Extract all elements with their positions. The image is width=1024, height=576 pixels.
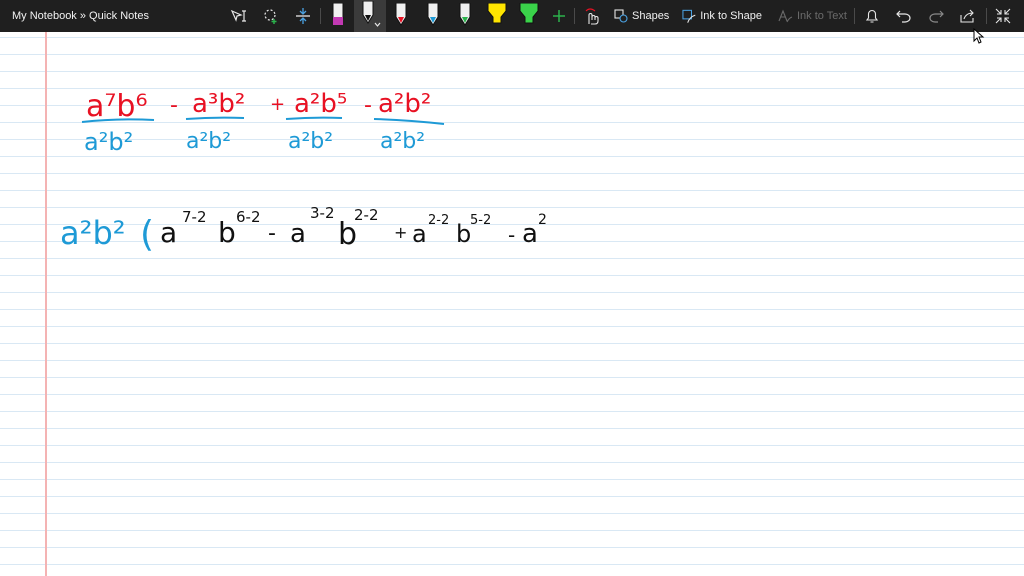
insert-space-button[interactable] xyxy=(292,0,314,32)
term-2-base-a: a xyxy=(290,219,306,249)
operator-3: - xyxy=(364,93,372,118)
ink-to-shape-label: Ink to Shape xyxy=(700,10,762,22)
toolbar-separator xyxy=(320,8,321,24)
ink-to-text-label: Ink to Text xyxy=(797,10,847,22)
insert-space-icon xyxy=(296,8,310,24)
term-3-exp-a: 2-2 xyxy=(428,213,449,228)
term-3-exp-b: 5-2 xyxy=(470,213,491,228)
touch-draw-button[interactable] xyxy=(582,0,602,32)
denominator-3: a²b² xyxy=(288,129,333,154)
fraction-bar-4 xyxy=(373,118,445,125)
touch-draw-icon xyxy=(585,8,599,25)
term-2-exp-a: 3-2 xyxy=(310,204,335,222)
numerator-4: a²b² xyxy=(378,89,431,119)
shapes-icon xyxy=(614,9,628,23)
redo-icon xyxy=(929,10,944,23)
notifications-button[interactable] xyxy=(862,0,882,32)
fraction-4[interactable]: a²b² a²b² xyxy=(373,89,445,154)
common-factor: a²b² xyxy=(60,214,126,252)
highlighter-magenta-icon xyxy=(332,3,344,25)
term-4[interactable]: a 2 xyxy=(522,212,547,249)
undo-button[interactable] xyxy=(894,0,914,32)
pen-blue-icon xyxy=(427,3,439,26)
pen-red-icon xyxy=(395,3,407,26)
term-operator-1: - xyxy=(268,221,276,246)
pen-black-icon xyxy=(362,1,381,27)
term-operator-2: + xyxy=(394,223,407,242)
numerator-3: a²b⁵ xyxy=(294,89,347,119)
term-1-exp-b: 6-2 xyxy=(236,208,261,226)
fraction-2[interactable]: a³b² a²b² xyxy=(185,89,245,154)
term-4-base-a: a xyxy=(522,219,538,249)
bell-icon xyxy=(865,9,879,23)
mouse-cursor-icon xyxy=(973,28,985,44)
lasso-add-button[interactable] xyxy=(260,0,282,32)
redo-button[interactable] xyxy=(926,0,946,32)
pen-green-button[interactable] xyxy=(456,0,474,32)
term-1-exp-a: 7-2 xyxy=(182,208,207,226)
toolbar-separator xyxy=(986,8,987,24)
add-pen-button[interactable] xyxy=(550,0,568,32)
lasso-select-button[interactable] xyxy=(228,0,250,32)
term-3[interactable]: a 2-2 b 5-2 xyxy=(412,213,491,248)
ink-to-text-button[interactable]: Ink to Text xyxy=(778,0,848,32)
term-4-exp-a: 2 xyxy=(538,212,547,228)
pen-red-button[interactable] xyxy=(392,0,410,32)
ink-to-shape-icon xyxy=(682,9,696,23)
collapse-button[interactable] xyxy=(992,0,1014,32)
collapse-icon xyxy=(995,8,1011,24)
highlighter-yellow-icon xyxy=(487,3,507,24)
term-2[interactable]: a 3-2 b 2-2 xyxy=(290,204,379,252)
ink-canvas[interactable]: a⁷b⁶ a²b² - a³b² a²b² + a²b⁵ a²b² - a²b²… xyxy=(0,32,1024,576)
operator-2: + xyxy=(270,94,285,115)
term-2-exp-b: 2-2 xyxy=(354,206,379,224)
undo-icon xyxy=(896,10,911,23)
lasso-select-icon xyxy=(230,9,246,22)
lasso-add-icon xyxy=(264,9,277,24)
pen-green-icon xyxy=(459,3,471,26)
shapes-button[interactable]: Shapes xyxy=(614,0,670,32)
open-parenthesis: ( xyxy=(140,214,154,255)
term-3-base-a: a xyxy=(412,220,427,248)
term-1-base-b: b xyxy=(218,216,236,249)
pen-blue-button[interactable] xyxy=(424,0,442,32)
denominator-2: a²b² xyxy=(186,129,231,154)
shapes-label: Shapes xyxy=(632,10,670,22)
share-icon xyxy=(960,9,974,23)
highlighter-magenta-button[interactable] xyxy=(329,0,347,32)
denominator-1: a²b² xyxy=(84,128,133,156)
term-1[interactable]: a 7-2 b 6-2 xyxy=(160,208,261,249)
app-toolbar: My Notebook » Quick Notes Shapes Ink to … xyxy=(0,0,1024,32)
denominator-4: a²b² xyxy=(380,129,425,154)
add-pen-icon xyxy=(553,10,565,22)
ink-to-shape-button[interactable]: Ink to Shape xyxy=(682,0,762,32)
numerator-2: a³b² xyxy=(192,89,245,119)
breadcrumb[interactable]: My Notebook » Quick Notes xyxy=(12,0,149,32)
term-3-base-b: b xyxy=(456,220,471,248)
pen-black-button[interactable] xyxy=(360,0,382,32)
operator-1: - xyxy=(170,93,178,118)
highlighter-green-button[interactable] xyxy=(518,0,540,32)
term-operator-3: - xyxy=(508,223,515,247)
toolbar-separator xyxy=(574,8,575,24)
highlighter-yellow-button[interactable] xyxy=(486,0,508,32)
fraction-3[interactable]: a²b⁵ a²b² xyxy=(285,89,347,154)
highlighter-green-icon xyxy=(519,3,539,24)
fraction-1[interactable]: a⁷b⁶ a²b² xyxy=(81,89,155,156)
toolbar-separator xyxy=(854,8,855,24)
ink-to-text-icon xyxy=(778,9,793,22)
term-1-base-a: a xyxy=(160,216,177,249)
